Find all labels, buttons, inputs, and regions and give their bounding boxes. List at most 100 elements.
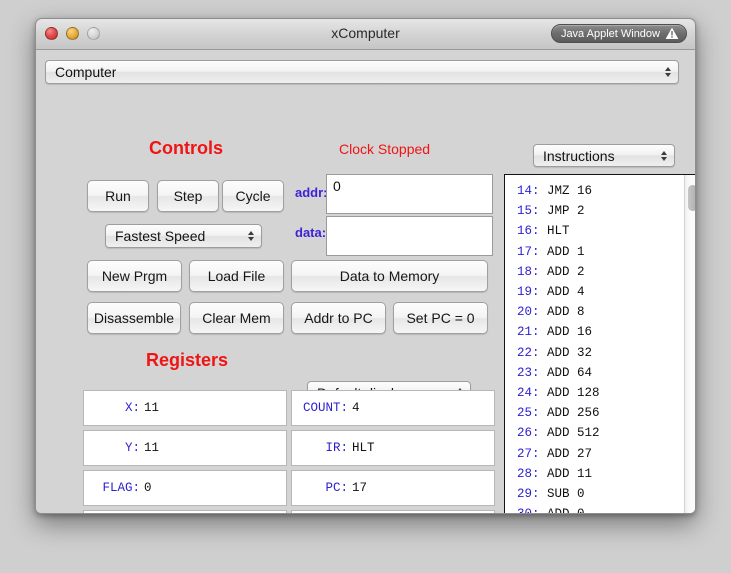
register-flag-label: FLAG: <box>102 481 140 495</box>
instruction-row[interactable]: 15: JMP 2 <box>517 201 683 221</box>
instruction-opcode: ADD 4 <box>547 285 585 300</box>
instructions-view-value: Instructions <box>543 147 615 164</box>
applet-badge-label: Java Applet Window <box>560 27 660 40</box>
instruction-row[interactable]: 25: ADD 256 <box>517 403 683 423</box>
instruction-address: 30: <box>517 507 540 513</box>
instruction-row[interactable]: 23: ADD 64 <box>517 363 683 383</box>
instruction-address: 26: <box>517 426 540 441</box>
load-file-button[interactable]: Load File <box>189 260 284 292</box>
instruction-opcode: ADD 256 <box>547 406 600 421</box>
instructions-list: 14: JMZ 16 15: JMP 2 16: HLT 17: ADD 1 18: A… <box>505 175 683 513</box>
instruction-opcode: ADD 512 <box>547 426 600 441</box>
window-titlebar: xComputer Java Applet Window <box>36 19 695 50</box>
module-select-value: Computer <box>55 64 117 80</box>
instruction-row[interactable]: 26: ADD 512 <box>517 423 683 443</box>
instruction-opcode: ADD 11 <box>547 466 593 481</box>
instruction-row[interactable]: 22: ADD 32 <box>517 343 683 363</box>
data-input[interactable] <box>326 216 493 256</box>
register-pc-value: 17 <box>352 481 368 495</box>
instruction-row[interactable]: 28: ADD 11 <box>517 464 683 484</box>
instruction-opcode: JMZ 16 <box>547 184 593 198</box>
instruction-address: 14: <box>517 184 540 198</box>
instruction-row[interactable]: 20: ADD 8 <box>517 302 683 322</box>
module-select[interactable]: Computer <box>45 60 679 84</box>
instruction-row[interactable]: 30: ADD 0 <box>517 504 683 513</box>
stepper-arrows-icon <box>661 150 667 161</box>
step-button[interactable]: Step <box>157 180 219 212</box>
register-flag: FLAG: 0 <box>83 470 287 506</box>
instruction-row[interactable]: 29: SUB 0 <box>517 484 683 504</box>
cycle-button[interactable]: Cycle <box>222 180 284 212</box>
instruction-address: 27: <box>517 446 540 461</box>
data-label: data: <box>295 225 327 240</box>
instruction-address: 15: <box>517 204 540 219</box>
instruction-address: 29: <box>517 487 540 502</box>
register-ir: IR: HLT <box>291 430 495 466</box>
instruction-row[interactable]: 27: ADD 27 <box>517 444 683 464</box>
instruction-opcode: ADD 16 <box>547 325 593 340</box>
instruction-row[interactable]: 18: ADD 2 <box>517 262 683 282</box>
instruction-address: 24: <box>517 386 540 401</box>
instruction-opcode: ADD 27 <box>547 446 593 461</box>
instruction-address: 18: <box>517 264 540 279</box>
register-x-value: 11 <box>144 401 160 415</box>
speed-select-value: Fastest Speed <box>115 228 206 244</box>
instruction-row[interactable]: 14: JMZ 16 <box>517 181 683 201</box>
instructions-view-select[interactable]: Instructions <box>533 144 675 167</box>
instruction-opcode: ADD 1 <box>547 244 585 259</box>
instructions-scrollbar[interactable] <box>684 175 695 513</box>
disassemble-button[interactable]: Disassemble <box>87 302 181 334</box>
instruction-row[interactable]: 17: ADD 1 <box>517 242 683 262</box>
register-pc-label: PC: <box>325 481 348 495</box>
set-pc-zero-button[interactable]: Set PC = 0 <box>393 302 488 334</box>
register-y: Y: 11 <box>83 430 287 466</box>
register-ir-value: HLT <box>352 441 375 455</box>
clear-mem-button[interactable]: Clear Mem <box>189 302 284 334</box>
stepper-arrows-icon <box>665 67 671 77</box>
instruction-row[interactable]: 21: ADD 16 <box>517 322 683 342</box>
instruction-address: 28: <box>517 466 540 481</box>
instruction-opcode: ADD 128 <box>547 386 600 401</box>
instruction-opcode: ADD 0 <box>547 507 585 513</box>
instruction-opcode: SUB 0 <box>547 487 585 502</box>
instruction-opcode: JMP 2 <box>547 204 585 219</box>
register-y-label: Y: <box>124 441 140 455</box>
register-x-label: X: <box>124 401 140 415</box>
register-count: COUNT: 4 <box>291 390 495 426</box>
addr-to-pc-button[interactable]: Addr to PC <box>291 302 386 334</box>
register-count-label: COUNT: <box>302 401 348 415</box>
register-count-value: 4 <box>352 401 360 415</box>
instruction-address: 22: <box>517 345 540 360</box>
window-content: Computer Controls Clock Stopped Run Step… <box>36 50 695 513</box>
instruction-opcode: ADD 8 <box>547 305 585 320</box>
speed-select[interactable]: Fastest Speed <box>105 224 262 248</box>
instruction-opcode: HLT <box>547 224 570 239</box>
new-prgm-button[interactable]: New Prgm <box>87 260 182 292</box>
instruction-opcode: ADD 2 <box>547 264 585 279</box>
register-pc: PC: 17 <box>291 470 495 506</box>
instruction-row[interactable]: 24: ADD 128 <box>517 383 683 403</box>
instruction-address: 16: <box>517 224 540 239</box>
java-applet-window-badge: Java Applet Window <box>550 24 687 43</box>
warning-triangle-icon <box>665 27 679 39</box>
instruction-address: 17: <box>517 244 540 259</box>
application-window: xComputer Java Applet Window Computer Co… <box>35 18 696 514</box>
instruction-row[interactable]: 16: HLT <box>517 221 683 241</box>
instruction-address: 19: <box>517 285 540 300</box>
addr-input[interactable]: 0 <box>326 174 493 214</box>
instructions-scrollbar-thumb[interactable] <box>688 185 695 211</box>
clock-status: Clock Stopped <box>339 141 431 157</box>
instruction-row[interactable]: 19: ADD 4 <box>517 282 683 302</box>
data-to-memory-button[interactable]: Data to Memory <box>291 260 488 292</box>
register-x: X: 11 <box>83 390 287 426</box>
run-button[interactable]: Run <box>87 180 149 212</box>
register-flag-value: 0 <box>144 481 152 495</box>
addr-label: addr: <box>295 185 328 200</box>
instruction-address: 25: <box>517 406 540 421</box>
registers-heading: Registers <box>146 350 229 370</box>
register-ir-label: IR: <box>325 441 348 455</box>
instructions-panel: 14: JMZ 16 15: JMP 2 16: HLT 17: ADD 1 18: A… <box>504 174 695 513</box>
register-ac: AC: 0 <box>83 510 287 513</box>
instruction-address: 21: <box>517 325 540 340</box>
controls-heading: Controls <box>149 138 223 158</box>
